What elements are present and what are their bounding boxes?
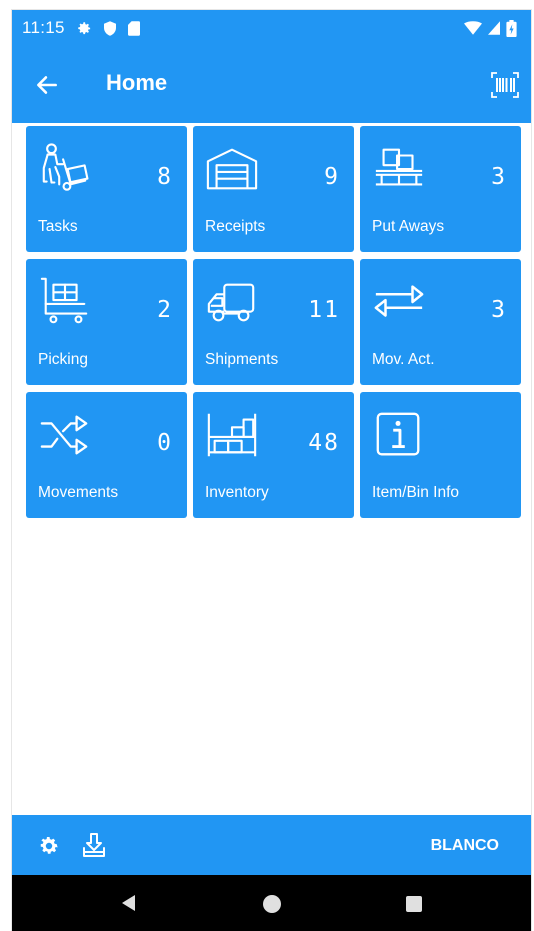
shelving-icon bbox=[205, 408, 259, 462]
tile-tasks[interactable]: 8 Tasks bbox=[26, 126, 187, 252]
app-bar: Home bbox=[12, 46, 531, 123]
tile-label: Shipments bbox=[205, 351, 279, 368]
tile-label: Picking bbox=[38, 351, 88, 368]
tile-count: 0 bbox=[157, 430, 173, 456]
tile-inventory[interactable]: 48 Inventory bbox=[193, 392, 354, 518]
settings-status-icon bbox=[77, 21, 92, 36]
swap-arrows-icon bbox=[372, 275, 426, 329]
signal-icon bbox=[488, 21, 500, 35]
status-bar: 11:15 bbox=[12, 10, 531, 46]
tile-count: 9 bbox=[324, 164, 340, 190]
app-window: 11:15 Home 8 Tasks 9 Receipts 3 Put Away… bbox=[12, 10, 531, 931]
tile-receipts[interactable]: 9 Receipts bbox=[193, 126, 354, 252]
tile-label: Mov. Act. bbox=[372, 351, 435, 368]
tile-count: 3 bbox=[491, 297, 507, 323]
wifi-icon bbox=[464, 21, 482, 35]
tile-shipments[interactable]: 11 Shipments bbox=[193, 259, 354, 385]
gear-icon[interactable] bbox=[38, 835, 60, 857]
sd-card-status-icon bbox=[127, 20, 140, 36]
nav-back-icon[interactable] bbox=[119, 893, 139, 913]
nav-home-icon[interactable] bbox=[263, 895, 281, 913]
truck-icon bbox=[205, 275, 259, 329]
tile-label: Receipts bbox=[205, 218, 266, 235]
tile-label: Item/Bin Info bbox=[372, 484, 460, 501]
tile-label: Movements bbox=[38, 484, 119, 501]
shuffle-arrows-icon bbox=[38, 408, 92, 462]
tile-count: 48 bbox=[308, 430, 340, 456]
nav-recents-icon[interactable] bbox=[406, 896, 422, 912]
tile-label: Tasks bbox=[38, 218, 78, 235]
tile-mov-act[interactable]: 3 Mov. Act. bbox=[360, 259, 521, 385]
arrow-left-icon[interactable] bbox=[34, 72, 60, 98]
tile-picking[interactable]: 2 Picking bbox=[26, 259, 187, 385]
tile-count: 2 bbox=[157, 297, 173, 323]
system-nav-bar bbox=[12, 875, 531, 931]
tile-label: Inventory bbox=[205, 484, 269, 501]
tile-count: 3 bbox=[491, 164, 507, 190]
menu-grid: 8 Tasks 9 Receipts 3 Put Aways 2 Picking… bbox=[26, 126, 521, 518]
page-title: Home bbox=[106, 70, 168, 95]
tile-movements[interactable]: 0 Movements bbox=[26, 392, 187, 518]
tile-count: 11 bbox=[308, 297, 340, 323]
tile-count: 8 bbox=[157, 164, 173, 190]
info-icon bbox=[372, 408, 426, 462]
tile-label: Put Aways bbox=[372, 218, 445, 235]
bottom-bar: BLANCO bbox=[12, 815, 531, 875]
shield-status-icon bbox=[103, 20, 116, 36]
worker-hand-truck-icon bbox=[38, 142, 92, 196]
warehouse-icon bbox=[205, 142, 259, 196]
battery-icon bbox=[506, 19, 517, 37]
cart-with-boxes-icon bbox=[38, 275, 92, 329]
tile-put-aways[interactable]: 3 Put Aways bbox=[360, 126, 521, 252]
user-label[interactable]: BLANCO bbox=[431, 837, 499, 855]
status-time: 11:15 bbox=[22, 18, 65, 37]
barcode-icon[interactable] bbox=[490, 70, 520, 100]
tile-item-bin-info[interactable]: Item/Bin Info bbox=[360, 392, 521, 518]
download-tray-icon[interactable] bbox=[80, 832, 108, 860]
boxes-on-pallet-icon bbox=[372, 142, 426, 196]
